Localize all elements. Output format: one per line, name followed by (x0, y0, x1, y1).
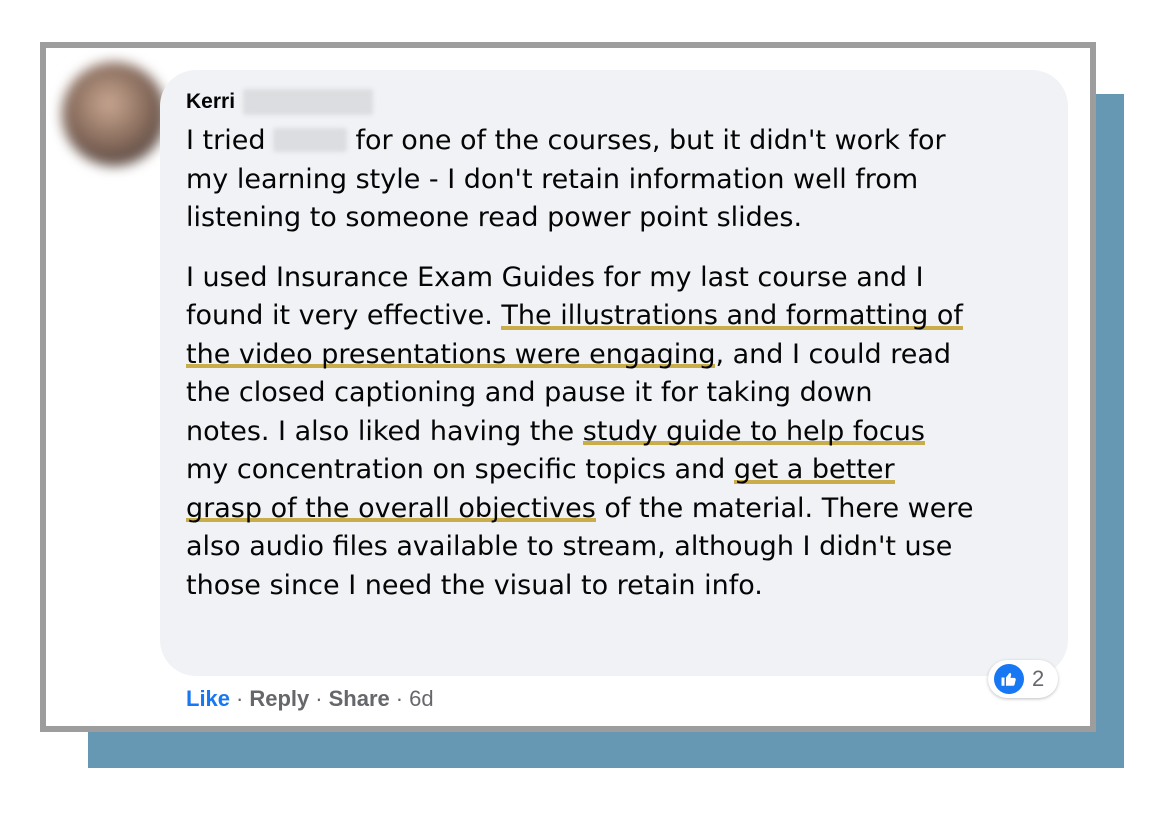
text-line: found it very effective. The illustratio… (186, 300, 963, 331)
text-line: the video presentations were engaging, a… (186, 338, 952, 370)
text-line: those since I need the visual to retain … (186, 569, 763, 601)
text-line: listening to someone read power point sl… (186, 202, 803, 233)
like-button[interactable]: Like (186, 686, 230, 712)
comment-actions: Like · Reply · Share · 6d (186, 684, 434, 714)
reaction-count-badge[interactable]: 2 (988, 660, 1059, 698)
redacted-product-name (273, 128, 348, 152)
text-line: my concentration on specific topics and … (186, 454, 895, 485)
share-button[interactable]: Share (329, 686, 390, 712)
thumbs-up-icon (994, 664, 1024, 694)
text-line: notes. I also liked having the study gui… (186, 415, 925, 447)
text-line: I tried for one of the courses, but it di… (186, 125, 946, 156)
comment-author[interactable]: Kerri (186, 86, 374, 118)
highlighted-phrase: get a better (733, 454, 895, 485)
highlighted-phrase: grasp of the overall objectives (186, 492, 596, 524)
highlighted-phrase: the video presentations were engaging (186, 338, 716, 370)
comment-text: I tried for one of the courses, but it di… (186, 122, 1066, 605)
text-line: also audio files available to stream, al… (186, 531, 953, 562)
timestamp[interactable]: 6d (409, 686, 433, 712)
avatar[interactable] (62, 62, 166, 166)
separator: · (236, 686, 244, 711)
highlighted-phrase: study guide to help focus (582, 415, 925, 447)
reply-button[interactable]: Reply (249, 686, 309, 712)
separator: · (395, 686, 404, 711)
text-line: the closed captioning and pause it for t… (186, 377, 873, 408)
redacted-last-name (243, 89, 374, 115)
author-first-name[interactable]: Kerri (186, 90, 235, 114)
text-line: grasp of the overall objectives of the m… (186, 492, 974, 524)
reaction-count: 2 (1032, 666, 1045, 691)
text-line: I used Insurance Exam Guides for my last… (186, 261, 924, 293)
text-line: my learning style - I don't retain infor… (186, 163, 919, 195)
separator: · (315, 686, 323, 711)
highlighted-phrase: The illustrations and formatting of (501, 300, 963, 331)
